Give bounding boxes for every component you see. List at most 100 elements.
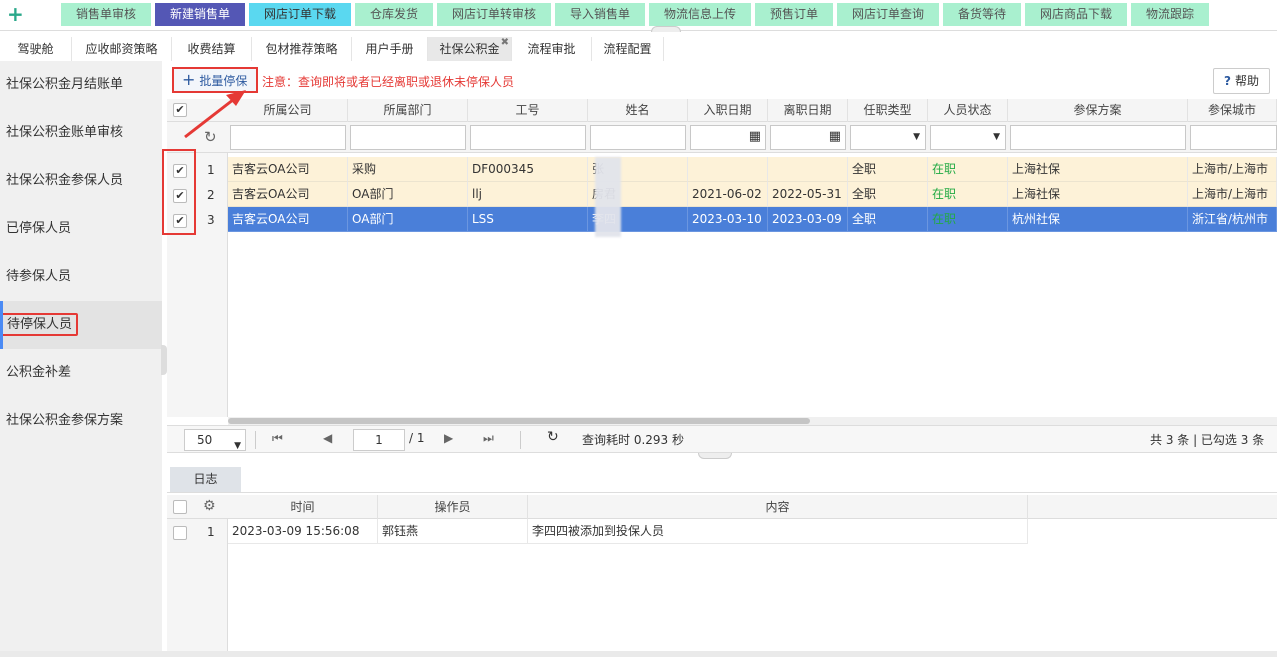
filter-dept[interactable] <box>350 125 466 150</box>
sidebar-item-insurance-plan[interactable]: 社保公积金参保方案 <box>0 397 162 445</box>
sidebar-item-insured-staff[interactable]: 社保公积金参保人员 <box>0 157 162 205</box>
filter-job-type[interactable]: ▼ <box>850 125 926 150</box>
filter-code[interactable] <box>470 125 586 150</box>
tab-process-config[interactable]: 流程配置 <box>592 37 664 61</box>
collapse-topbar-handle[interactable] <box>651 26 681 32</box>
col-city[interactable]: 参保城市 <box>1188 99 1277 122</box>
sidebar-item-pending-stop[interactable]: 待停保人员 <box>0 301 162 349</box>
filter-plan[interactable] <box>1010 125 1186 150</box>
col-plan[interactable]: 参保方案 <box>1008 99 1188 122</box>
tab-packing-strategy[interactable]: 包材推荐策略 <box>252 37 352 61</box>
gear-icon[interactable]: ⚙ <box>203 498 216 514</box>
col-code[interactable]: 工号 <box>468 99 588 122</box>
page-size-select[interactable]: 50 ▼ <box>184 429 246 451</box>
log-row-checkbox[interactable] <box>173 526 187 540</box>
filter-city[interactable] <box>1190 125 1277 150</box>
cell-leave-date <box>768 157 848 182</box>
scrollbar-thumb[interactable] <box>228 418 810 424</box>
page-number-input[interactable]: 1 <box>353 429 405 451</box>
calendar-icon[interactable]: ▦ <box>749 129 761 144</box>
log-cell-operator: 郭钰燕 <box>378 519 528 544</box>
sidebar-item-bill-audit[interactable]: 社保公积金账单审核 <box>0 109 162 157</box>
menu-stock-wait[interactable]: 备货等待 <box>943 3 1021 26</box>
menu-logistics-upload[interactable]: 物流信息上传 <box>649 3 751 26</box>
add-menu-icon[interactable]: + <box>7 4 27 26</box>
col-name[interactable]: 姓名 <box>588 99 688 122</box>
filter-row: ↻ ▦ ▦ ▼ ▼ <box>167 122 1277 153</box>
record-summary: 共 3 条 | 已勾选 3 条 <box>1150 433 1265 447</box>
col-operator[interactable]: 操作员 <box>378 495 528 519</box>
menu-sales-audit[interactable]: 销售单审核 <box>61 3 151 26</box>
chevron-down-icon: ▼ <box>234 441 241 451</box>
table-row[interactable]: 吉客云OA公司 OA部门 LSS 李四 2023-03-10 2023-03-0… <box>228 207 1277 232</box>
tab-fee-settlement[interactable]: 收费结算 <box>172 37 252 61</box>
cell-join-date <box>688 157 768 182</box>
table-row[interactable]: 吉客云OA公司 OA部门 llj 房君 2021-06-02 2022-05-3… <box>228 182 1277 207</box>
prev-page-icon[interactable]: ◀ <box>323 431 332 445</box>
first-page-icon[interactable]: ⏮ <box>272 431 283 446</box>
filter-staff-status[interactable]: ▼ <box>930 125 1006 150</box>
menu-online-order-to-audit[interactable]: 网店订单转审核 <box>437 3 551 26</box>
filter-name[interactable] <box>590 125 686 150</box>
menu-warehouse-shipping[interactable]: 仓库发货 <box>355 3 433 26</box>
tab-social-insurance[interactable]: 社保公积金 ✖ <box>428 37 512 61</box>
cell-join-date: 2021-06-02 <box>688 182 768 207</box>
log-row[interactable]: 2023-03-09 15:56:08 郭钰燕 李四四被添加到投保人员 <box>228 519 1028 544</box>
batch-stop-button[interactable]: + 批量停保 <box>172 67 258 93</box>
col-time[interactable]: 时间 <box>228 495 378 519</box>
sidebar-item-fund-supplement[interactable]: 公积金补差 <box>0 349 162 397</box>
help-label: 帮助 <box>1234 74 1259 88</box>
tab-user-manual[interactable]: 用户手册 <box>352 37 428 61</box>
name-blur-mask <box>595 157 621 237</box>
col-leave-date[interactable]: 离职日期 <box>768 99 848 122</box>
menu-presale-order[interactable]: 预售订单 <box>755 3 833 26</box>
sidebar-item-monthly-bill[interactable]: 社保公积金月结账单 <box>0 61 162 109</box>
col-dept[interactable]: 所属部门 <box>348 99 468 122</box>
refresh-icon[interactable]: ↻ <box>204 128 217 146</box>
horizontal-scrollbar[interactable] <box>228 417 1277 425</box>
cell-join-date: 2023-03-10 <box>688 207 768 232</box>
menu-online-goods-download[interactable]: 网店商品下载 <box>1025 3 1127 26</box>
chevron-down-icon: ▼ <box>913 132 920 142</box>
col-company[interactable]: 所属公司 <box>228 99 348 122</box>
menu-new-sales-order[interactable]: 新建销售单 <box>155 3 245 26</box>
tab-postage-strategy[interactable]: 应收邮资策略 <box>72 37 172 61</box>
cell-company: 吉客云OA公司 <box>228 157 348 182</box>
col-content[interactable]: 内容 <box>528 495 1028 519</box>
menu-import-sales[interactable]: 导入销售单 <box>555 3 645 26</box>
menu-online-order-query[interactable]: 网店订单查询 <box>837 3 939 26</box>
select-all-checkbox[interactable]: ✔ <box>173 103 187 117</box>
help-button[interactable]: ? 帮助 <box>1213 68 1270 94</box>
table-row[interactable]: 吉客云OA公司 采购 DF000345 张 全职 在职 上海社保 上海市/上海市 <box>228 157 1277 182</box>
log-row-number: 1 <box>207 525 215 539</box>
tab-log[interactable]: 日志 <box>170 467 241 492</box>
tab-process-approval[interactable]: 流程审批 <box>512 37 592 61</box>
col-job-type[interactable]: 任职类型 <box>848 99 928 122</box>
menu-logistics-track[interactable]: 物流跟踪 <box>1131 3 1209 26</box>
cell-staff-status: 在职 <box>928 207 1008 232</box>
tab-bar: 驾驶舱 应收邮资策略 收费结算 包材推荐策略 用户手册 社保公积金 ✖ 流程审批… <box>0 37 1277 61</box>
next-page-icon[interactable]: ▶ <box>444 431 453 445</box>
pager-bar: 50 ▼ ⏮ ◀ 1 / 1 ▶ ⏭ ↻ 查询耗时 0.293 秒 共 3 条 |… <box>167 425 1277 453</box>
sidebar-item-label: 待停保人员 <box>1 313 79 336</box>
col-join-date[interactable]: 入职日期 <box>688 99 768 122</box>
tab-social-insurance-label: 社保公积金 <box>439 42 500 56</box>
grid-header: ✔ 所属公司 所属部门 工号 姓名 入职日期 离职日期 任职类型 人员状态 参保… <box>167 99 1277 122</box>
cell-plan: 上海社保 <box>1008 182 1188 207</box>
collapse-log-handle[interactable] <box>698 453 732 459</box>
cell-dept: OA部门 <box>348 182 468 207</box>
tab-cockpit[interactable]: 驾驶舱 <box>0 37 72 61</box>
sidebar-item-pending-insure[interactable]: 待参保人员 <box>0 253 162 301</box>
filter-company[interactable] <box>230 125 346 150</box>
filter-leave-date[interactable]: ▦ <box>770 125 846 150</box>
menu-online-order-download[interactable]: 网店订单下载 <box>249 3 351 26</box>
sidebar-item-stopped-staff[interactable]: 已停保人员 <box>0 205 162 253</box>
col-staff-status[interactable]: 人员状态 <box>928 99 1008 122</box>
filter-join-date[interactable]: ▦ <box>690 125 766 150</box>
reload-icon[interactable]: ↻ <box>547 429 559 445</box>
last-page-icon[interactable]: ⏭ <box>483 431 494 446</box>
close-icon[interactable]: ✖ <box>501 31 509 55</box>
log-select-all-checkbox[interactable] <box>173 500 187 514</box>
calendar-icon[interactable]: ▦ <box>829 129 841 144</box>
cell-code: llj <box>468 182 588 207</box>
